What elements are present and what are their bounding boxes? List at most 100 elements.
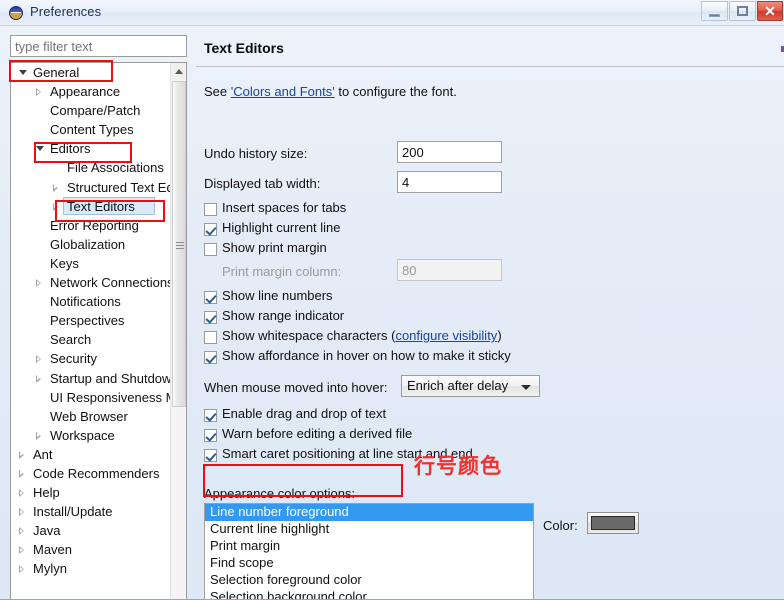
sidebar-item-security[interactable]: Security	[11, 349, 171, 368]
maximize-button[interactable]	[729, 1, 756, 21]
tree-expand-arrow-icon[interactable]	[19, 70, 27, 75]
sidebar-item-general[interactable]: General	[11, 63, 171, 82]
sidebar-item-perspectives[interactable]: Perspectives	[11, 311, 171, 330]
checkbox-icon[interactable]	[204, 223, 217, 236]
sidebar-item-keys[interactable]: Keys	[11, 254, 171, 273]
list-item[interactable]: Selection foreground color	[205, 572, 533, 589]
sidebar-item-mylyn[interactable]: Mylyn	[11, 559, 171, 578]
sidebar-item-globalization[interactable]: Globalization	[11, 235, 171, 254]
checkbox-label: Insert spaces for tabs	[222, 200, 347, 215]
tree-scrollbar[interactable]	[170, 63, 186, 599]
sidebar-item-label: Web Browser	[50, 408, 128, 424]
scroll-up-arrow-icon[interactable]	[171, 63, 186, 80]
title-separator	[196, 66, 784, 67]
sidebar-item-file-associations[interactable]: File Associations	[11, 158, 171, 177]
list-item[interactable]: Current line highlight	[205, 521, 533, 538]
sidebar-item-text-editors[interactable]: Text Editors	[11, 196, 171, 216]
sidebar-item-label: Globalization	[50, 236, 126, 252]
color-picker-button[interactable]	[587, 512, 639, 534]
checkbox-icon[interactable]	[204, 291, 217, 304]
tree-collapse-arrow-icon[interactable]	[19, 546, 24, 555]
close-button[interactable]: ✕	[757, 1, 783, 21]
sidebar-item-maven[interactable]: Maven	[11, 540, 171, 559]
sidebar-item-startup-and-shutdown[interactable]: Startup and Shutdown	[11, 369, 179, 388]
sidebar-item-appearance[interactable]: Appearance	[11, 82, 171, 101]
checkbox-icon[interactable]	[204, 203, 217, 216]
minimize-button[interactable]	[701, 1, 728, 21]
sidebar-item-compare-patch[interactable]: Compare/Patch	[11, 101, 171, 120]
sidebar-item-install-update[interactable]: Install/Update	[11, 502, 171, 521]
checkbox-icon[interactable]	[204, 331, 217, 344]
sidebar-item-ui-responsiveness-monitoring[interactable]: UI Responsiveness Monitoring	[11, 388, 186, 407]
checkbox-icon[interactable]	[204, 351, 217, 364]
tree-collapse-arrow-icon[interactable]	[36, 88, 41, 97]
preference-page: Text Editors See 'Colors and Fonts' to c…	[196, 30, 784, 600]
sidebar-item-label: Code Recommenders	[33, 465, 160, 481]
configure-visibility-link[interactable]: configure visibility	[395, 328, 497, 343]
sidebar-item-notifications[interactable]: Notifications	[11, 292, 171, 311]
sidebar-item-structured-text-editors[interactable]: Structured Text Editors	[11, 178, 186, 197]
sidebar-item-label: Network Connections	[50, 275, 174, 291]
list-item[interactable]: Find scope	[205, 555, 533, 572]
sidebar-item-label: Perspectives	[50, 313, 125, 329]
tree-expand-arrow-icon[interactable]	[36, 146, 44, 152]
appearance-color-options-label: Appearance color options:	[204, 486, 356, 501]
tree-collapse-arrow-icon[interactable]	[19, 508, 24, 517]
hover-mode-select[interactable]: Enrich after delay	[401, 375, 540, 397]
checkbox-label: Enable drag and drop of text	[222, 406, 387, 421]
tree-collapse-arrow-icon[interactable]	[36, 374, 41, 383]
tree-collapse-arrow-icon[interactable]	[36, 355, 41, 364]
tree-collapse-arrow-icon[interactable]	[19, 565, 24, 574]
search-input[interactable]	[10, 35, 187, 57]
checkbox-icon[interactable]	[204, 449, 217, 462]
checkbox-icon[interactable]	[204, 409, 217, 422]
colors-and-fonts-link[interactable]: 'Colors and Fonts'	[231, 84, 335, 99]
hint-suffix: to configure the font.	[334, 84, 457, 99]
tree-collapse-arrow-icon[interactable]	[19, 450, 24, 459]
sidebar-item-label: Compare/Patch	[50, 103, 141, 119]
tree-collapse-arrow-icon[interactable]	[36, 279, 41, 288]
checkbox-label: Show print margin	[222, 240, 327, 255]
sidebar-item-workspace[interactable]: Workspace	[11, 426, 171, 445]
list-item[interactable]: Print margin	[205, 538, 533, 555]
tree-collapse-arrow-icon[interactable]	[19, 489, 24, 498]
tree-collapse-arrow-icon[interactable]	[53, 202, 58, 211]
hover-mode-value: Enrich after delay	[407, 378, 509, 393]
undo-history-size-label: Undo history size:	[204, 146, 308, 161]
displayed-tab-width-input[interactable]	[397, 171, 502, 193]
title-bar: Preferences ✕	[0, 0, 784, 26]
scrollbar-thumb[interactable]	[172, 81, 186, 407]
hover-mode-label: When mouse moved into hover:	[204, 380, 388, 395]
sidebar-item-label: Content Types	[50, 122, 134, 138]
sidebar-item-label: Keys	[50, 255, 79, 271]
sidebar-item-content-types[interactable]: Content Types	[11, 120, 171, 139]
list-item[interactable]: Line number foreground	[205, 504, 533, 521]
list-item-label: Selection background color	[210, 589, 367, 600]
tree-collapse-arrow-icon[interactable]	[36, 431, 41, 440]
sidebar-item-web-browser[interactable]: Web Browser	[11, 407, 171, 426]
appearance-color-options-list[interactable]: Line number foreground Current line highl…	[204, 503, 534, 600]
sidebar-item-label: Editors	[50, 141, 91, 157]
sidebar-item-network-connections[interactable]: Network Connections	[11, 273, 174, 292]
sidebar-item-help[interactable]: Help	[11, 483, 171, 502]
sidebar-item-search[interactable]: Search	[11, 330, 171, 349]
color-label: Color:	[543, 518, 578, 533]
checkbox-icon[interactable]	[204, 429, 217, 442]
sidebar-item-editors[interactable]: Editors	[11, 139, 171, 158]
tree-collapse-arrow-icon[interactable]	[19, 527, 24, 536]
checkbox-label: Highlight current line	[222, 220, 341, 235]
sidebar-item-ant[interactable]: Ant	[11, 445, 171, 464]
print-margin-column-input[interactable]	[397, 259, 502, 281]
checkbox-icon[interactable]	[204, 311, 217, 324]
tree-collapse-arrow-icon[interactable]	[53, 183, 58, 192]
checkbox-icon[interactable]	[204, 243, 217, 256]
list-item[interactable]: Selection background color	[205, 589, 533, 600]
sidebar-item-code-recommenders[interactable]: Code Recommenders	[11, 464, 171, 483]
checkbox-label: Show range indicator	[222, 308, 345, 323]
sidebar-item-java[interactable]: Java	[11, 521, 171, 540]
preferences-tree[interactable]: General Appearance Compare/Patch Content Ty…	[10, 62, 187, 599]
sidebar-item-label: Appearance	[50, 84, 121, 100]
sidebar-item-error-reporting[interactable]: Error Reporting	[11, 216, 171, 235]
undo-history-size-input[interactable]	[397, 141, 502, 163]
tree-collapse-arrow-icon[interactable]	[19, 469, 24, 478]
